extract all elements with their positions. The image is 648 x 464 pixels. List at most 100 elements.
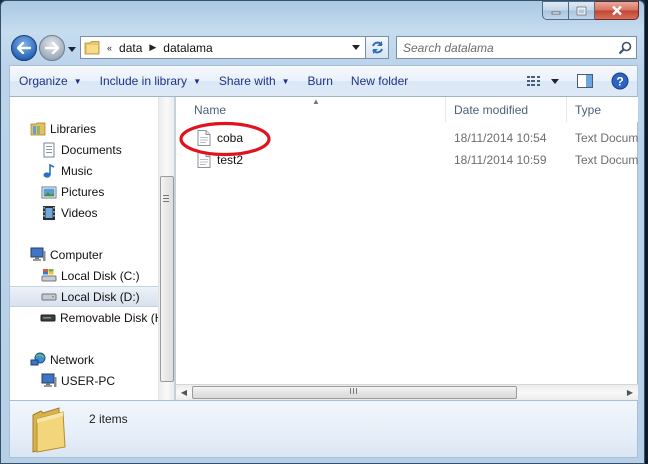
address-segment-datalama[interactable]: datalama bbox=[160, 37, 215, 58]
scrollbar-grip-icon bbox=[163, 195, 169, 202]
help-icon: ? bbox=[611, 72, 629, 90]
removable-drive-icon bbox=[40, 310, 56, 326]
navigation-pane-scrollbar[interactable] bbox=[158, 97, 175, 400]
caption-buttons bbox=[542, 1, 639, 21]
nav-local-disk-d[interactable]: Local Disk (D:) bbox=[10, 286, 158, 307]
file-list-horizontal-scrollbar[interactable]: ◀ ▶ bbox=[176, 384, 638, 400]
refresh-icon bbox=[371, 41, 383, 54]
back-button[interactable] bbox=[11, 35, 37, 61]
nav-music-label: Music bbox=[61, 163, 93, 178]
details-pane: 2 items bbox=[9, 400, 638, 458]
column-header-name-label: Name bbox=[194, 102, 227, 117]
burn-button[interactable]: Burn bbox=[299, 66, 342, 96]
new-folder-button[interactable]: New folder bbox=[342, 66, 417, 96]
file-date-modified: 18/11/2014 10:59 bbox=[454, 152, 547, 167]
nav-local-disk-c-label: Local Disk (C:) bbox=[61, 268, 140, 283]
column-header-date-label: Date modified bbox=[454, 102, 529, 117]
column-headers: Name ▲ Date modified Type bbox=[176, 97, 638, 122]
network-icon bbox=[29, 352, 46, 368]
nav-pictures-label: Pictures bbox=[61, 184, 105, 199]
libraries-icon bbox=[29, 121, 46, 137]
file-row[interactable]: coba 18/11/2014 10:54 Text Docum bbox=[176, 127, 638, 148]
nav-computer[interactable]: Computer bbox=[10, 244, 158, 265]
chevron-down-icon bbox=[551, 78, 559, 84]
search-input[interactable] bbox=[403, 40, 614, 55]
refresh-button[interactable] bbox=[366, 36, 389, 59]
svg-text:?: ? bbox=[616, 75, 623, 89]
include-in-library-label: Include in library bbox=[99, 74, 187, 88]
arrow-right-icon bbox=[45, 42, 59, 54]
column-header-date-modified[interactable]: Date modified bbox=[446, 97, 567, 122]
scroll-right-icon[interactable]: ▶ bbox=[622, 385, 638, 400]
maximize-button[interactable] bbox=[569, 1, 595, 20]
column-header-name[interactable]: Name ▲ bbox=[176, 97, 446, 122]
explorer-window: « data ▶ datalama Organize ▼ Include in l… bbox=[0, 0, 645, 464]
organize-label: Organize bbox=[19, 74, 68, 88]
share-with-button[interactable]: Share with ▼ bbox=[210, 66, 299, 96]
nav-computer-label: Computer bbox=[50, 247, 103, 262]
view-list-icon bbox=[527, 76, 540, 86]
maximize-icon bbox=[576, 6, 587, 15]
change-view-button[interactable] bbox=[521, 66, 549, 96]
search-icon[interactable] bbox=[614, 37, 636, 58]
nav-music[interactable]: Music bbox=[10, 160, 158, 181]
address-bar[interactable]: « data ▶ datalama bbox=[80, 36, 366, 59]
address-overflow[interactable]: « bbox=[103, 43, 116, 53]
breadcrumb-chevron-icon[interactable]: ▶ bbox=[145, 42, 160, 53]
system-drive-icon bbox=[40, 268, 57, 284]
file-type: Text Docum bbox=[575, 130, 638, 145]
file-date-modified: 18/11/2014 10:54 bbox=[454, 130, 547, 145]
address-dropdown[interactable] bbox=[347, 37, 365, 58]
nav-videos-label: Videos bbox=[61, 205, 98, 220]
minimize-button[interactable] bbox=[542, 1, 569, 20]
nav-videos[interactable]: Videos bbox=[10, 202, 158, 223]
command-bar: Organize ▼ Include in library ▼ Share with… bbox=[9, 65, 638, 97]
include-in-library-button[interactable]: Include in library ▼ bbox=[91, 66, 210, 96]
search-box bbox=[396, 36, 637, 59]
nav-network-label: Network bbox=[50, 352, 95, 367]
nav-documents[interactable]: Documents bbox=[10, 139, 158, 160]
preview-pane-button[interactable] bbox=[567, 66, 603, 96]
recent-pages-button[interactable] bbox=[68, 44, 78, 54]
text-document-icon bbox=[197, 151, 211, 168]
nav-local-disk-d-label: Local Disk (D:) bbox=[61, 289, 140, 304]
file-name[interactable]: test2 bbox=[217, 153, 243, 167]
organize-button[interactable]: Organize ▼ bbox=[10, 66, 91, 96]
videos-icon bbox=[40, 205, 57, 221]
pictures-icon bbox=[40, 184, 57, 200]
drive-icon bbox=[40, 289, 57, 305]
folder-icon bbox=[32, 407, 66, 453]
scrollbar-grip-icon bbox=[350, 388, 357, 394]
column-header-type[interactable]: Type bbox=[567, 97, 637, 122]
chevron-down-icon bbox=[68, 46, 76, 52]
navigation-pane: Libraries Documents Music Pictures Video… bbox=[9, 97, 158, 400]
view-options-button[interactable] bbox=[549, 66, 567, 96]
item-count: 2 items bbox=[89, 412, 128, 426]
forward-button[interactable] bbox=[39, 35, 65, 61]
nav-pictures[interactable]: Pictures bbox=[10, 181, 158, 202]
new-folder-label: New folder bbox=[350, 74, 409, 88]
computer-icon bbox=[40, 373, 57, 389]
nav-removable-disk[interactable]: Removable Disk (H bbox=[10, 307, 158, 328]
preview-pane-icon bbox=[577, 74, 593, 88]
nav-local-disk-c[interactable]: Local Disk (C:) bbox=[10, 265, 158, 286]
minimize-icon bbox=[551, 11, 560, 14]
file-row[interactable]: test2 18/11/2014 10:59 Text Docum bbox=[176, 149, 638, 170]
burn-label: Burn bbox=[307, 74, 333, 88]
nav-network[interactable]: Network bbox=[10, 349, 158, 370]
column-header-type-label: Type bbox=[575, 102, 602, 117]
nav-user-pc[interactable]: USER-PC bbox=[10, 370, 158, 391]
file-list: Name ▲ Date modified Type coba 18/11/201… bbox=[176, 97, 638, 400]
computer-icon bbox=[29, 247, 46, 263]
nav-libraries-label: Libraries bbox=[50, 121, 97, 136]
scroll-left-icon[interactable]: ◀ bbox=[176, 385, 192, 400]
help-button[interactable]: ? bbox=[603, 66, 637, 96]
folder-icon bbox=[81, 37, 103, 58]
nav-libraries[interactable]: Libraries bbox=[10, 118, 158, 139]
close-button[interactable] bbox=[595, 1, 639, 20]
address-segment-data[interactable]: data bbox=[116, 37, 145, 58]
file-name[interactable]: coba bbox=[217, 131, 243, 145]
scrollbar-thumb[interactable] bbox=[160, 176, 174, 382]
chevron-down-icon: ▼ bbox=[281, 76, 290, 86]
documents-icon bbox=[40, 142, 57, 158]
